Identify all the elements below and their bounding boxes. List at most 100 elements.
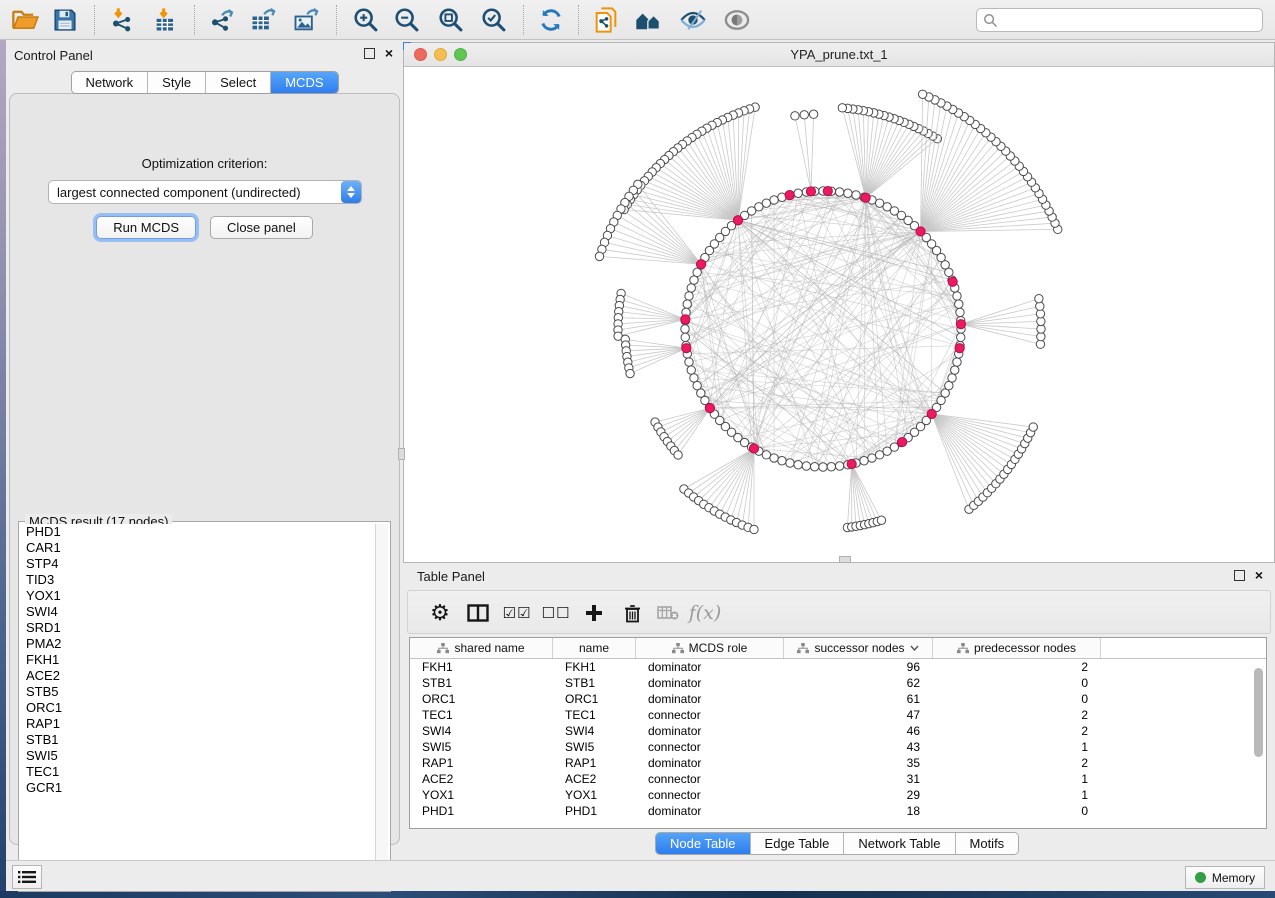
create-column-button[interactable] [578, 598, 610, 628]
network-canvas[interactable] [404, 67, 1274, 562]
table-cell: TEC1 [553, 708, 636, 722]
zoom-fit-button[interactable] [434, 3, 468, 37]
tab-mcds[interactable]: MCDS [271, 72, 337, 93]
mcds-result-item[interactable]: GCR1 [21, 780, 375, 796]
tab-motifs[interactable]: Motifs [956, 833, 1019, 854]
table-row[interactable]: PHD1PHD1dominator180 [410, 803, 1266, 819]
mcds-result-item[interactable]: PHD1 [21, 524, 375, 540]
horizontal-splitter-handle[interactable] [839, 556, 851, 563]
mcds-result-item[interactable]: FKH1 [21, 652, 375, 668]
close-panel-button-mcds[interactable]: Close panel [210, 216, 313, 239]
table-cell: dominator [636, 660, 784, 674]
select-all-button[interactable]: ☑☑ [501, 598, 533, 628]
import-table-button[interactable] [149, 3, 183, 37]
mcds-result-item[interactable]: TID3 [21, 572, 375, 588]
mcds-result-item[interactable]: STP4 [21, 556, 375, 572]
column-header-mcds-role[interactable]: MCDS role [636, 638, 784, 658]
tab-style[interactable]: Style [148, 72, 206, 93]
mcds-result-item[interactable]: ACE2 [21, 668, 375, 684]
table-cell: SWI4 [410, 724, 553, 738]
toolbar-separator [523, 5, 524, 35]
mcds-result-item[interactable]: TEC1 [21, 764, 375, 780]
table-panel-tabs: Node Table Edge Table Network Table Moti… [655, 832, 1019, 855]
desktop-wallpaper-bottom [0, 891, 1275, 898]
export-network-button[interactable] [205, 3, 239, 37]
column-header-empty [1101, 638, 1266, 658]
network-titlebar[interactable]: YPA_prune.txt_1 [404, 43, 1274, 67]
tab-select[interactable]: Select [206, 72, 271, 93]
mcds-result-item[interactable]: PMA2 [21, 636, 375, 652]
zoom-selected-button[interactable] [477, 3, 511, 37]
houses-icon [634, 6, 664, 34]
vertical-splitter-handle[interactable] [398, 448, 405, 460]
memory-button[interactable]: Memory [1185, 866, 1265, 889]
new-network-from-selection-button[interactable] [589, 3, 623, 37]
table-float-button[interactable] [1234, 570, 1245, 581]
mcds-result-item[interactable]: CAR1 [21, 540, 375, 556]
table-row[interactable]: TEC1TEC1connector472 [410, 707, 1266, 723]
table-row[interactable]: ACE2ACE2connector311 [410, 771, 1266, 787]
toolbar-search[interactable] [976, 8, 1263, 32]
close-panel-button[interactable]: × [385, 48, 393, 59]
function-builder-button[interactable]: f(x) [689, 598, 721, 628]
tab-network[interactable]: Network [71, 72, 148, 93]
table-settings-button[interactable]: ⚙ [424, 598, 456, 628]
open-session-button[interactable] [8, 3, 42, 37]
tab-network-table[interactable]: Network Table [844, 833, 955, 854]
zoom-in-button[interactable] [349, 3, 383, 37]
table-row[interactable]: SWI5SWI5connector431 [410, 739, 1266, 755]
table-cell: 2 [933, 708, 1101, 722]
export-image-button[interactable] [289, 3, 323, 37]
search-icon [983, 13, 998, 28]
delete-column-button[interactable] [616, 598, 648, 628]
birds-eye-view-button[interactable] [720, 3, 754, 37]
table-row[interactable]: ORC1ORC1dominator610 [410, 691, 1266, 707]
column-header-shared-name[interactable]: shared name [410, 638, 553, 658]
toolbar-separator [578, 5, 579, 35]
mcds-result-item[interactable]: SRD1 [21, 620, 375, 636]
table-cell: SWI4 [553, 724, 636, 738]
table-close-button[interactable]: × [1255, 570, 1263, 581]
table-cell: FKH1 [553, 660, 636, 674]
export-table-button[interactable] [246, 3, 280, 37]
graphics-details-button[interactable] [676, 3, 710, 37]
mcds-result-item[interactable]: ORC1 [21, 700, 375, 716]
save-session-button[interactable] [48, 3, 82, 37]
table-row[interactable]: SWI4SWI4dominator462 [410, 723, 1266, 739]
table-scrollbar-thumb[interactable] [1254, 668, 1263, 757]
mcds-result-item[interactable]: RAP1 [21, 716, 375, 732]
table-cell: RAP1 [410, 756, 553, 770]
optimization-criterion-label: Optimization criterion: [10, 156, 399, 171]
delete-table-button[interactable] [652, 598, 684, 628]
table-cell: 0 [933, 804, 1101, 818]
column-header-name[interactable]: name [553, 638, 636, 658]
first-neighbors-button[interactable] [632, 3, 666, 37]
table-row[interactable]: YOX1YOX1connector291 [410, 787, 1266, 803]
run-mcds-button[interactable]: Run MCDS [96, 216, 196, 239]
network-canvas-svg [404, 67, 1274, 562]
mcds-list-scrollbar[interactable] [375, 524, 388, 889]
zoom-out-button[interactable] [390, 3, 424, 37]
table-row[interactable]: FKH1FKH1dominator962 [410, 659, 1266, 675]
column-header-predecessor-nodes[interactable]: predecessor nodes [933, 638, 1101, 658]
table-row[interactable]: STB1STB1dominator620 [410, 675, 1266, 691]
mcds-result-item[interactable]: YOX1 [21, 588, 375, 604]
table-row[interactable]: RAP1RAP1dominator352 [410, 755, 1266, 771]
mcds-result-item[interactable]: STB1 [21, 732, 375, 748]
apply-layout-button[interactable] [534, 3, 568, 37]
table-cell: ACE2 [410, 772, 553, 786]
float-panel-button[interactable] [364, 48, 375, 59]
import-network-button[interactable] [106, 3, 140, 37]
mcds-result-item[interactable]: SWI5 [21, 748, 375, 764]
task-history-button[interactable] [12, 865, 42, 889]
criterion-select[interactable]: largest connected component (undirected) [48, 180, 362, 204]
mcds-result-item[interactable]: STB5 [21, 684, 375, 700]
deselect-all-button[interactable]: ☐☐ [540, 598, 572, 628]
show-column-button[interactable] [462, 598, 494, 628]
tab-node-table[interactable]: Node Table [656, 833, 751, 854]
tab-edge-table[interactable]: Edge Table [751, 833, 845, 854]
column-header-successor-nodes[interactable]: successor nodes [784, 638, 933, 658]
mcds-result-list[interactable]: PHD1CAR1STP4TID3YOX1SWI4SRD1PMA2FKH1ACE2… [21, 524, 375, 889]
search-input[interactable] [998, 10, 1262, 30]
mcds-result-item[interactable]: SWI4 [21, 604, 375, 620]
